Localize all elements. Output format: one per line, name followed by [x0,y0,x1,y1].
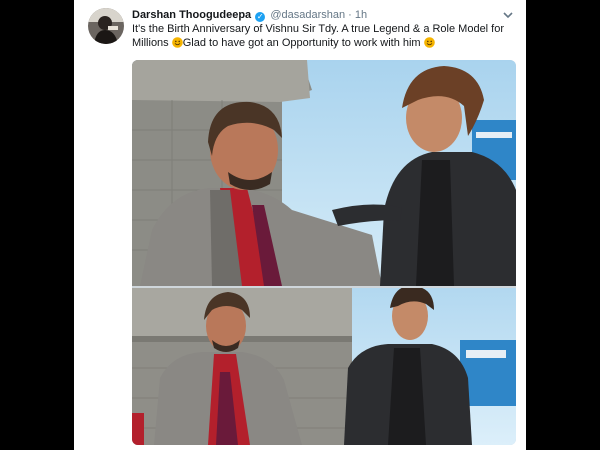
smiling-face-emoji-icon [171,36,183,48]
tweet-media[interactable] [132,60,516,445]
tweet-header: Darshan Thoogudeepa ✓ @dasadarshan · 1h [132,9,500,22]
author-handle[interactable]: @dasadarshan [270,9,345,21]
tweet-text: It's the Birth Anniversary of Vishnu Sir… [132,23,520,50]
separator-dot: · [348,9,352,21]
tweet-timestamp[interactable]: 1h [355,9,367,21]
author-name[interactable]: Darshan Thoogudeepa [132,9,251,21]
chevron-down-icon[interactable] [502,8,514,20]
smiling-face-emoji-icon [423,36,435,48]
photo-bottom[interactable] [132,288,516,445]
avatar[interactable] [88,8,124,44]
verified-badge-icon: ✓ [255,12,266,22]
tweet-text-part-2: Glad to have got an Opportunity to work … [182,36,421,49]
photo-top[interactable] [132,60,516,286]
tweet-card[interactable]: Darshan Thoogudeepa ✓ @dasadarshan · 1h … [74,0,526,450]
